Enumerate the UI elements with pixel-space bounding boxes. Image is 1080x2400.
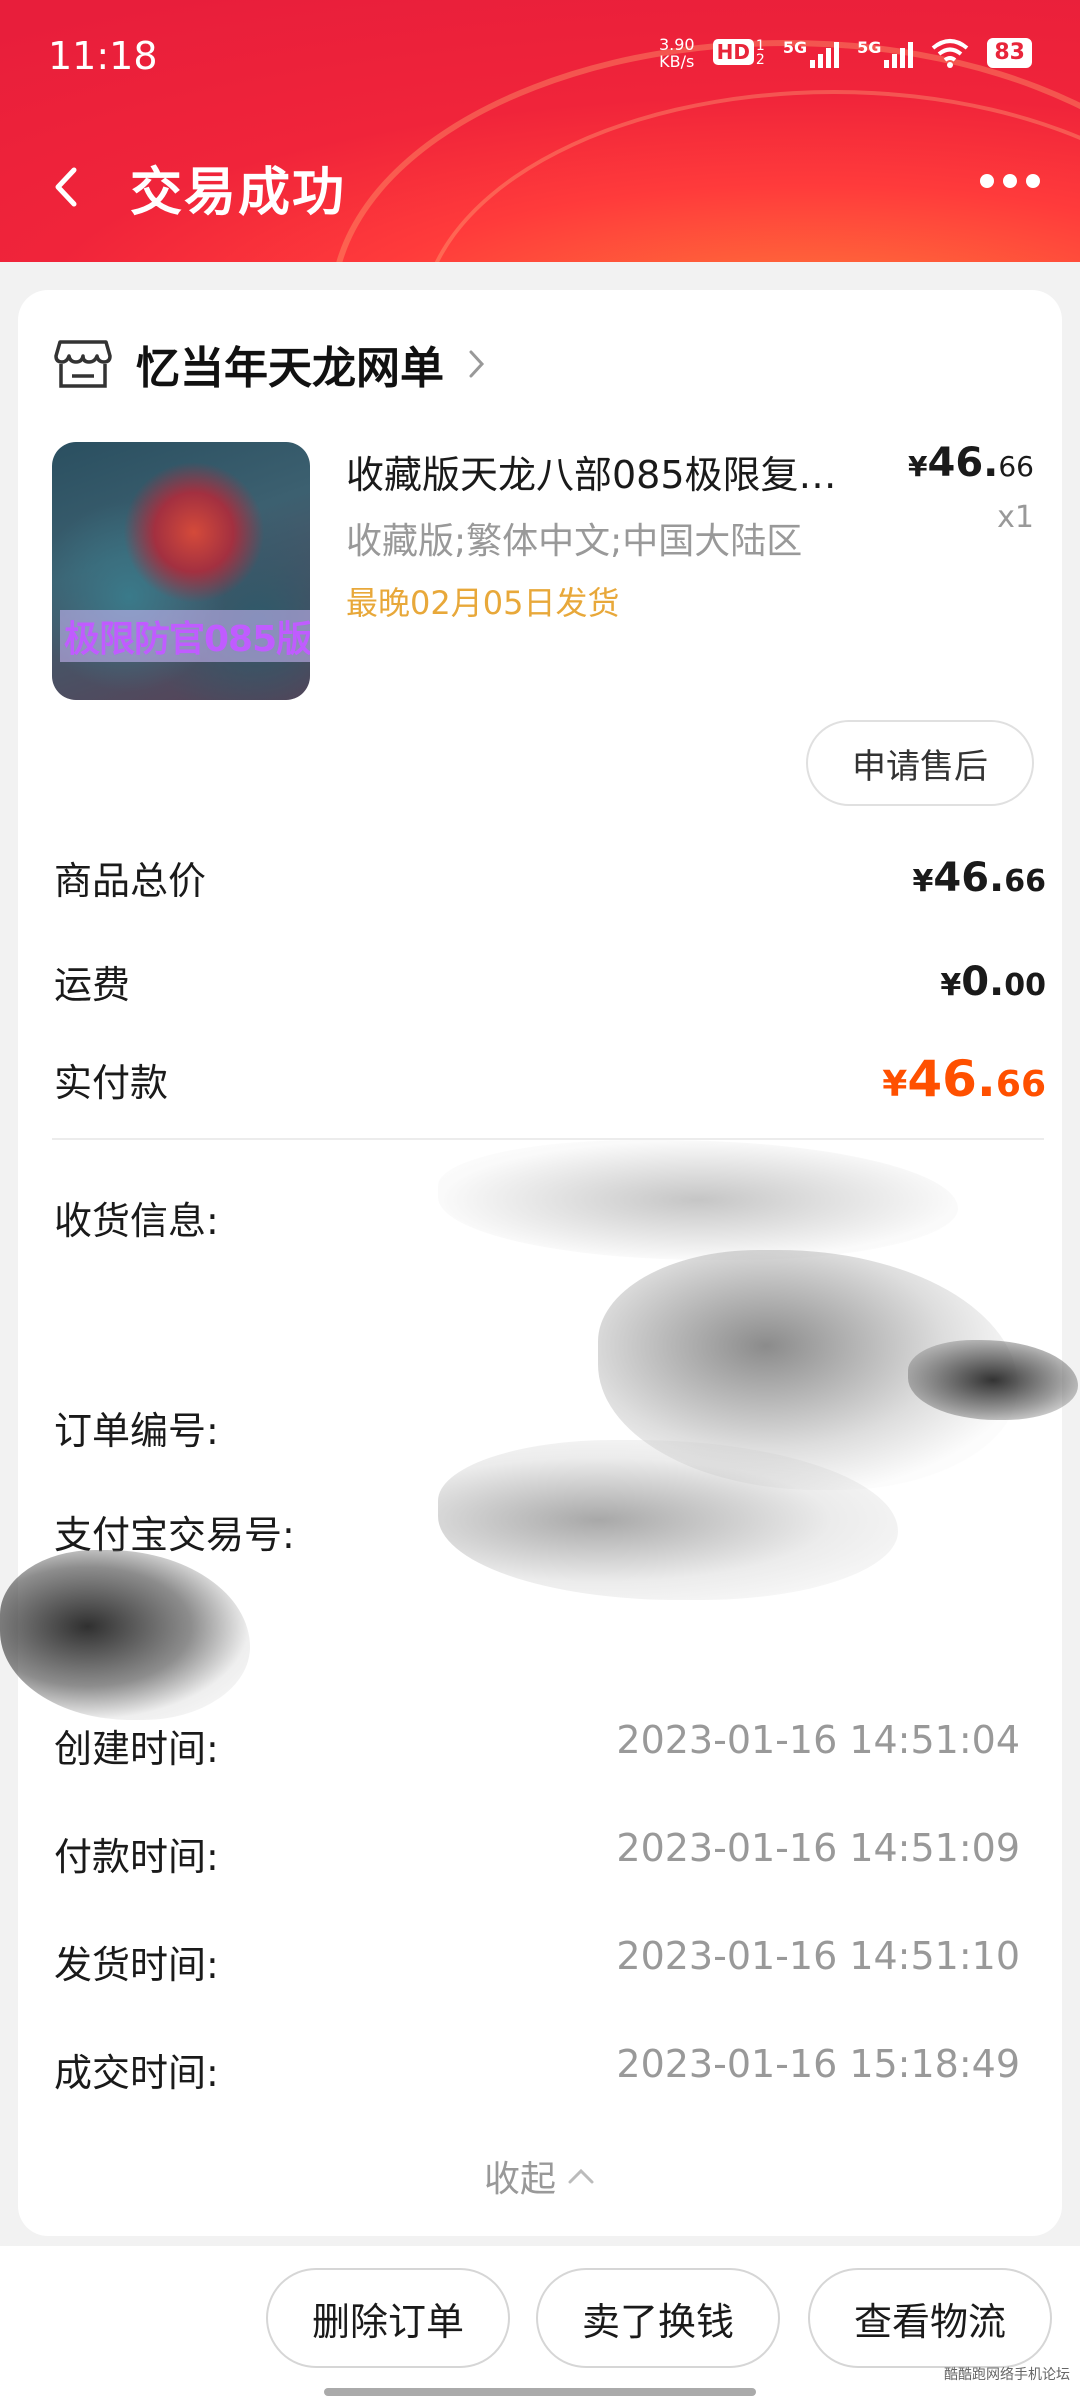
signal-icon-2: 5G bbox=[857, 38, 914, 68]
home-indicator[interactable] bbox=[324, 2388, 756, 2396]
sell-for-cash-button[interactable]: 卖了换钱 bbox=[536, 2268, 780, 2368]
product-image-label: 极限防官085版 bbox=[60, 610, 310, 662]
status-icons: 3.90 KB/s HD 1 2 5G 5G 83 bbox=[659, 36, 1032, 70]
product-title[interactable]: 收藏版天龙八部085极限复… bbox=[346, 444, 856, 499]
product-quantity: x1 bbox=[997, 500, 1034, 535]
shipping-deadline: 最晚02月05日发货 bbox=[346, 584, 620, 622]
shipping-fee-row: 运费 ¥0.00 bbox=[54, 954, 1046, 1009]
order-card: 忆当年天龙网单 极限防官085版 收藏版天龙八部085极限复… 收藏版;繁体中文… bbox=[0, 290, 1078, 2236]
receiver-info-label: 收货信息: bbox=[54, 1199, 219, 1243]
redacted-area bbox=[438, 1140, 958, 1260]
amount-paid-label: 实付款 bbox=[54, 1060, 169, 1105]
created-time-label: 创建时间: bbox=[54, 1727, 219, 1771]
deal-time-label: 成交时间: bbox=[54, 2051, 219, 2095]
after-sale-button[interactable]: 申请售后 bbox=[806, 720, 1034, 806]
nav-bar: 交易成功 bbox=[0, 140, 1080, 230]
redacted-area bbox=[0, 1550, 250, 1720]
payment-time-label: 付款时间: bbox=[54, 1835, 219, 1879]
network-speed: 3.90 KB/s bbox=[658, 35, 695, 71]
goods-total-row: 商品总价 ¥46.66 bbox=[54, 850, 1046, 905]
shop-name[interactable]: 忆当年天龙网单 bbox=[136, 332, 444, 396]
bottom-action-bar: 删除订单 卖了换钱 查看物流 bbox=[0, 2246, 1080, 2400]
payment-time-value: 2023-01-16 14:51:09 bbox=[616, 1826, 1020, 1870]
shipping-fee-value: ¥0.00 bbox=[940, 958, 1046, 1005]
shipped-time-value: 2023-01-16 14:51:10 bbox=[616, 1934, 1020, 1978]
delete-order-button[interactable]: 删除订单 bbox=[266, 2268, 510, 2368]
battery-icon: 83 bbox=[987, 38, 1032, 68]
hd-icon: HD 1 2 bbox=[712, 39, 765, 67]
chevron-up-icon bbox=[568, 2168, 594, 2184]
back-arrow-icon[interactable] bbox=[48, 162, 88, 212]
product-price: ¥46.66 bbox=[908, 440, 1034, 486]
shop-header[interactable]: 忆当年天龙网单 bbox=[54, 332, 488, 396]
status-time: 11:18 bbox=[48, 34, 158, 78]
product-thumbnail[interactable]: 极限防官085版 bbox=[52, 442, 310, 700]
goods-total-label: 商品总价 bbox=[54, 859, 207, 903]
wifi-icon bbox=[932, 39, 969, 68]
shipping-fee-label: 运费 bbox=[54, 963, 131, 1007]
amount-paid-value: ¥46.66 bbox=[882, 1050, 1046, 1108]
shipped-time-label: 发货时间: bbox=[54, 1943, 219, 1987]
page-title: 交易成功 bbox=[130, 163, 347, 223]
created-time-value: 2023-01-16 14:51:04 bbox=[616, 1718, 1020, 1762]
goods-total-value: ¥46.66 bbox=[912, 854, 1046, 901]
store-icon bbox=[54, 340, 112, 388]
watermark: 酷酷跑网络手机论坛 bbox=[944, 2367, 1070, 2383]
status-bar: 11:18 3.90 KB/s HD 1 2 5G 5G 83 bbox=[0, 0, 1080, 110]
collapse-toggle[interactable]: 收起 bbox=[18, 2150, 1062, 2202]
view-logistics-button[interactable]: 查看物流 bbox=[808, 2268, 1052, 2368]
divider bbox=[52, 1138, 1044, 1140]
signal-icon-1: 5G bbox=[783, 38, 840, 68]
amount-paid-row: 实付款 ¥46.66 bbox=[54, 1050, 1046, 1108]
collapse-label: 收起 bbox=[483, 2159, 556, 2200]
more-options-icon[interactable] bbox=[980, 174, 1040, 188]
chevron-right-icon bbox=[469, 350, 485, 378]
order-number-label: 订单编号: bbox=[54, 1409, 219, 1453]
deal-time-value: 2023-01-16 15:18:49 bbox=[616, 2042, 1020, 2086]
product-spec: 收藏版;繁体中文;中国大陆区 bbox=[346, 521, 803, 562]
